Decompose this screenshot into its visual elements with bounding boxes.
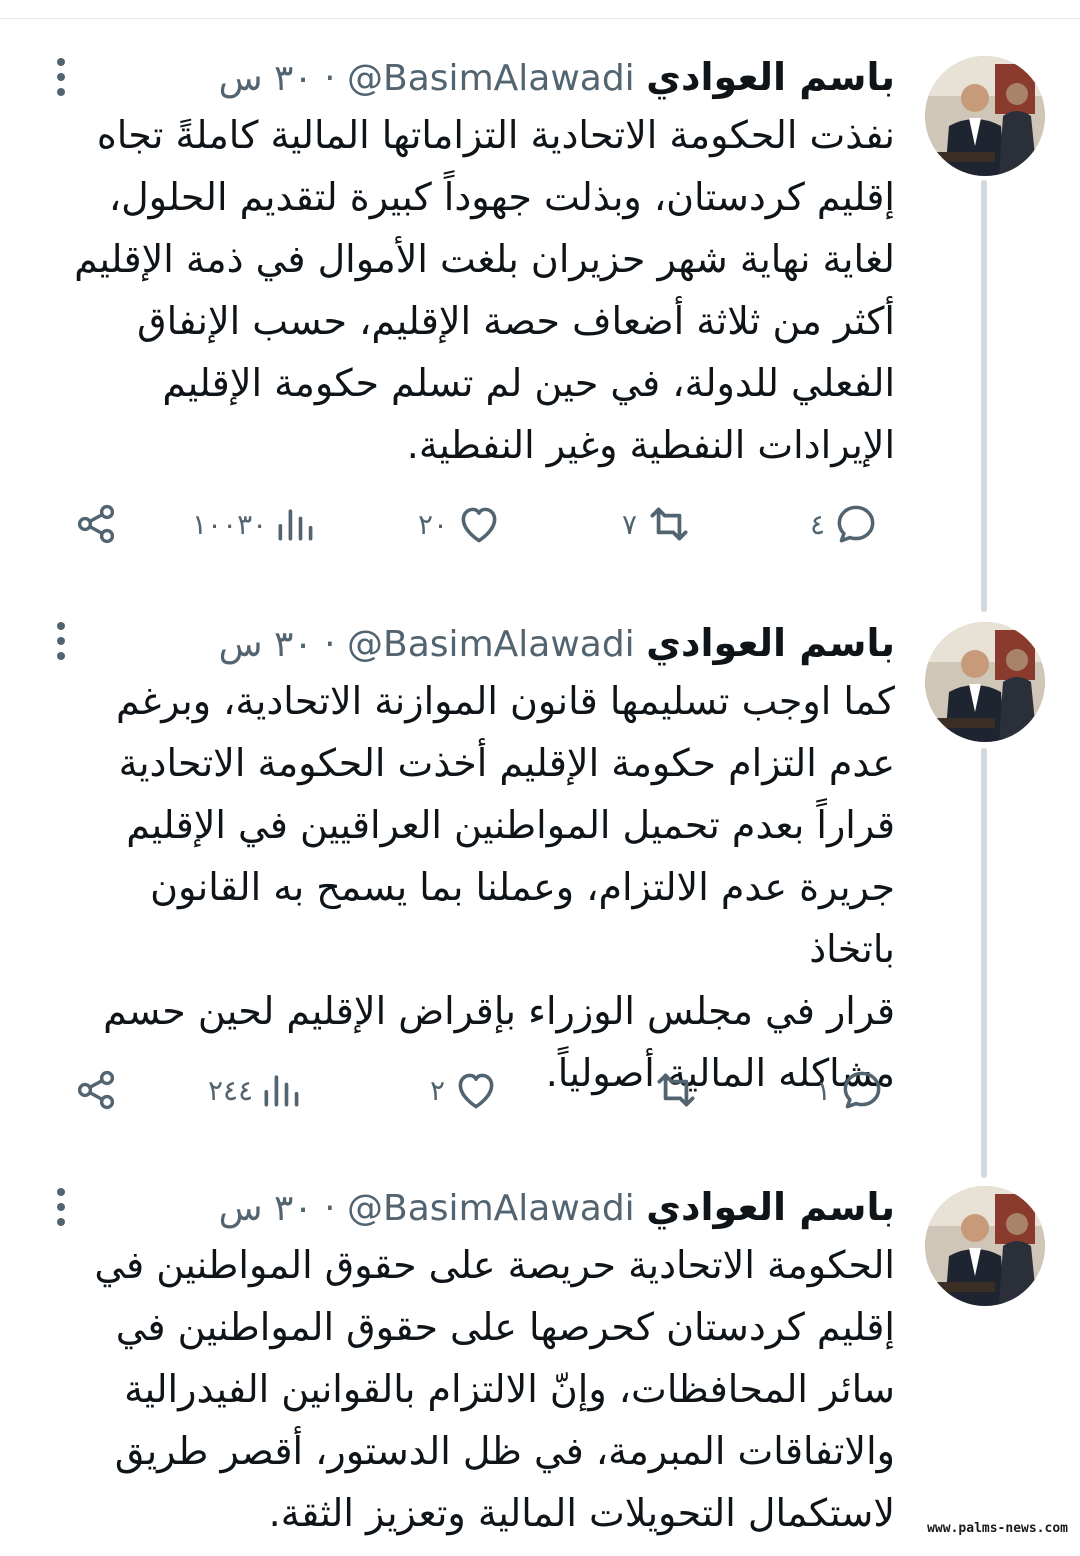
views-count: ١٠٠٣٠ (192, 507, 268, 541)
share-icon (77, 504, 115, 544)
retweet-button[interactable]: ٧ (622, 496, 695, 552)
share-button[interactable] (72, 1062, 120, 1118)
reply-count: ٤ (810, 507, 826, 541)
author-handle[interactable]: @BasimAlawadi (347, 58, 635, 99)
tweet-text: نفذت الحكومة الاتحادية التزاماتها المالي… (74, 113, 895, 467)
reply-button[interactable]: ٤ (810, 496, 881, 552)
tweet-header: باسم العوادي @BasimAlawadi · ٣٠ س (219, 1182, 895, 1232)
tweet-header: باسم العوادي @BasimAlawadi · ٣٠ س (219, 52, 895, 102)
heart-icon (458, 1073, 494, 1109)
reply-button[interactable]: ١ (816, 1062, 887, 1118)
timestamp[interactable]: ٣٠ س (219, 624, 313, 665)
tweet[interactable]: باسم العوادي @BasimAlawadi · ٣٠ س الحكوم… (0, 1160, 1080, 1556)
views-button[interactable]: ٢٤٤ (208, 1062, 303, 1118)
more-vertical-icon[interactable] (52, 1186, 70, 1228)
retweet-icon (657, 1073, 695, 1107)
author-name[interactable]: باسم العوادي (646, 621, 895, 665)
author-handle[interactable]: @BasimAlawadi (347, 1188, 635, 1229)
tweet-text: الحكومة الاتحادية حريصة على حقوق المواطن… (94, 1243, 895, 1535)
tweet[interactable]: باسم العوادي @BasimAlawadi · ٣٠ س نفذت ا… (0, 0, 1080, 600)
more-vertical-icon[interactable] (52, 56, 70, 98)
timestamp[interactable]: ٣٠ س (219, 58, 313, 99)
author-name[interactable]: باسم العوادي (646, 55, 895, 99)
watermark: www.palms-news.com (927, 1521, 1068, 1536)
heart-icon (461, 507, 497, 543)
reply-count: ١ (816, 1073, 832, 1107)
views-button[interactable]: ١٠٠٣٠ (192, 496, 317, 552)
reply-bubble-icon (837, 505, 875, 543)
avatar[interactable] (925, 622, 1045, 742)
share-button[interactable] (72, 496, 120, 552)
retweet-button[interactable] (644, 1062, 702, 1118)
like-count: ٢ (430, 1073, 446, 1107)
separator-dot: · (324, 1188, 336, 1229)
retweet-icon (650, 507, 688, 541)
views-bar-chart-icon (278, 509, 313, 541)
avatar[interactable] (925, 56, 1045, 176)
separator-dot: · (324, 624, 336, 665)
tweet-text: كما اوجب تسليمها قانون الموازنة الاتحادي… (103, 679, 895, 1095)
tweet-actions: ١ ٢ ٢٤٤ (0, 1062, 1080, 1118)
more-vertical-icon[interactable] (52, 620, 70, 662)
like-button[interactable]: ٢ (430, 1062, 501, 1118)
share-icon (77, 1070, 115, 1110)
author-handle[interactable]: @BasimAlawadi (347, 624, 635, 665)
views-count: ٢٤٤ (208, 1073, 254, 1107)
timestamp[interactable]: ٣٠ س (219, 1188, 313, 1229)
like-count: ٢٠ (418, 507, 449, 541)
author-name[interactable]: باسم العوادي (646, 1185, 895, 1229)
tweet-header: باسم العوادي @BasimAlawadi · ٣٠ س (219, 618, 895, 668)
separator-dot: · (324, 58, 336, 99)
avatar[interactable] (925, 1186, 1045, 1306)
like-button[interactable]: ٢٠ (418, 496, 504, 552)
reply-bubble-icon (843, 1071, 881, 1109)
tweet-actions: ٤ ٧ ٢٠ ١٠٠٣٠ (0, 496, 1080, 552)
views-bar-chart-icon (264, 1075, 299, 1107)
retweet-count: ٧ (622, 507, 638, 541)
tweet[interactable]: باسم العوادي @BasimAlawadi · ٣٠ س كما او… (0, 600, 1080, 1160)
